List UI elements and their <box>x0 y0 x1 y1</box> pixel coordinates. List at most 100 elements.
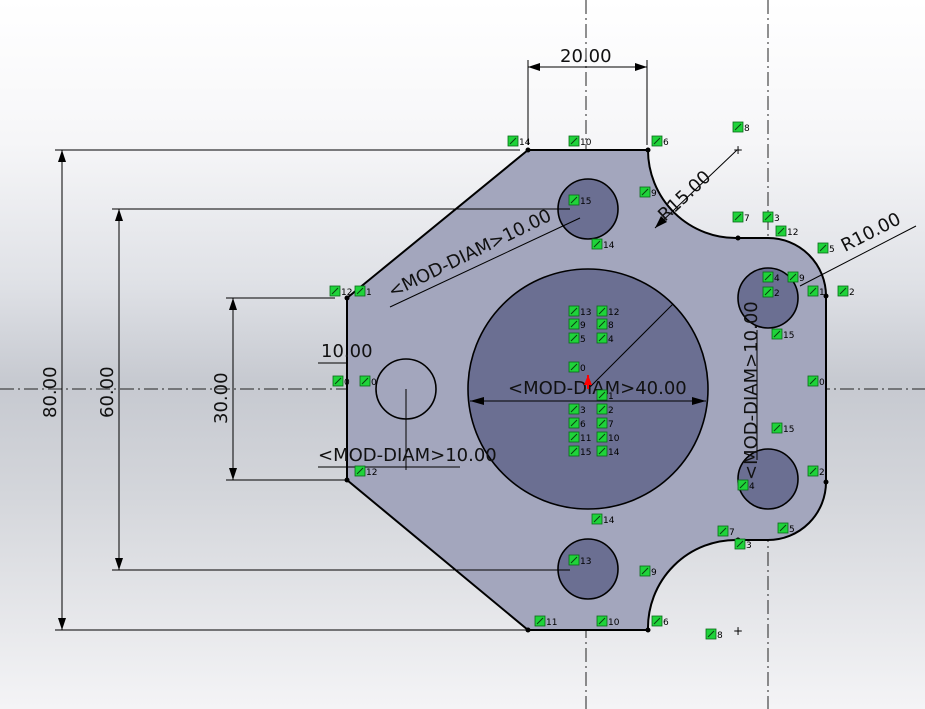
relation-tag-t7[interactable]: 14 <box>591 238 615 251</box>
arc-center-mark-lower: + <box>733 624 743 638</box>
relation-tag-t27[interactable]: 0 <box>568 361 586 374</box>
relation-tag-t41[interactable]: 12 <box>354 465 377 478</box>
relation-tag-t14[interactable]: 4 <box>762 271 780 284</box>
relation-tag-number: 14 <box>608 448 620 458</box>
relation-tag-number: 9 <box>580 321 586 331</box>
relation-tag-number: 10 <box>608 434 620 444</box>
relation-tag-t5[interactable]: 9 <box>639 186 657 199</box>
relation-tag-number: 4 <box>774 274 780 284</box>
relation-tag-t8[interactable]: 7 <box>732 211 750 224</box>
relation-tag-t46[interactable]: 13 <box>568 554 591 567</box>
relation-tag-t22[interactable]: 9 <box>568 318 586 331</box>
relation-tag-number: 2 <box>819 468 825 478</box>
relation-tag-number: 11 <box>546 618 557 628</box>
relation-tag-t26[interactable]: 0 <box>359 375 377 388</box>
relation-tag-number: 0 <box>819 378 825 388</box>
relation-tag-t47[interactable]: 9 <box>639 565 657 578</box>
dim-radius-large-label: R15.00 <box>654 167 715 226</box>
relation-tag-t23[interactable]: 8 <box>596 318 614 331</box>
relation-tag-t28[interactable]: 3 <box>568 403 586 416</box>
relation-tag-t9[interactable]: 3 <box>762 211 780 224</box>
relation-tag-number: 9 <box>651 189 657 199</box>
relation-tag-t2[interactable]: 10 <box>568 135 592 148</box>
dim-diam-left-label[interactable]: <MOD-DIAM>10.00 <box>318 445 497 466</box>
relation-tag-number: 14 <box>603 241 615 251</box>
relation-tag-number: 6 <box>663 138 669 148</box>
relation-tag-number: 7 <box>729 528 735 538</box>
arc-center-mark-upper: + <box>733 143 743 157</box>
relation-tag-number: 0 <box>580 364 586 374</box>
relation-tag-number: 12 <box>341 288 352 298</box>
relation-tag-number: 13 <box>580 308 591 318</box>
bottom-hole[interactable] <box>557 538 619 600</box>
relation-tag-number: 2 <box>774 289 780 299</box>
relation-tag-number: 5 <box>789 525 795 535</box>
relation-tag-number: 10 <box>608 618 620 628</box>
sketch-canvas[interactable]: 20.00 80.00 60.00 30.00 10.00 <MOD-DIAM> <box>0 0 925 709</box>
relation-tag-t30[interactable]: 6 <box>568 417 586 430</box>
relation-tag-number: 15 <box>783 425 794 435</box>
relation-tag-t15[interactable]: 9 <box>787 271 805 284</box>
relation-tag-t12[interactable]: 12 <box>329 285 352 298</box>
relation-tag-number: 12 <box>787 228 798 238</box>
relation-tag-number: 13 <box>580 557 591 567</box>
relation-tag-t13[interactable]: 1 <box>354 285 372 298</box>
relation-tag-t52[interactable]: 1 <box>596 389 614 402</box>
relation-tag-t19[interactable]: 15 <box>771 328 794 341</box>
relation-tag-t38[interactable]: 15 <box>771 422 794 435</box>
relation-tag-t36[interactable]: 0 <box>807 375 825 388</box>
relation-tag-number: 9 <box>651 568 657 578</box>
relation-tag-number: 6 <box>663 618 669 628</box>
relation-tag-t11[interactable]: 5 <box>817 242 835 255</box>
relation-tag-t49[interactable]: 10 <box>596 615 620 628</box>
relation-tag-t51[interactable]: 8 <box>705 628 723 641</box>
relation-tag-t34[interactable]: 15 <box>568 445 591 458</box>
sketch-drawing[interactable]: 20.00 80.00 60.00 30.00 10.00 <MOD-DIAM> <box>0 0 925 709</box>
relation-tag-number: 15 <box>580 448 591 458</box>
relation-tag-t42[interactable]: 14 <box>591 513 615 526</box>
dim-height-inner-label: 30.00 <box>211 372 232 424</box>
relation-tag-t33[interactable]: 10 <box>596 431 620 444</box>
relation-tag-number: 12 <box>366 468 377 478</box>
relation-tag-t43[interactable]: 7 <box>717 525 735 538</box>
relation-tag-t18[interactable]: 2 <box>762 286 780 299</box>
relation-tag-t32[interactable]: 11 <box>568 431 591 444</box>
dim-diam-right[interactable]: <MOD-DIAM>10.00 <box>741 301 762 480</box>
relation-tag-number: 5 <box>829 245 835 255</box>
relation-tag-number: 2 <box>849 288 855 298</box>
relation-tag-t37[interactable]: 0 <box>332 375 350 388</box>
relation-tag-t21[interactable]: 12 <box>596 305 619 318</box>
relation-tag-t20[interactable]: 13 <box>568 305 591 318</box>
relation-tag-number: 1 <box>366 288 372 298</box>
relation-tag-t16[interactable]: 2 <box>837 285 855 298</box>
relation-tag-t17[interactable]: 1 <box>807 285 825 298</box>
relation-tag-number: 3 <box>580 406 586 416</box>
relation-tag-t3[interactable]: 6 <box>651 135 669 148</box>
relation-tag-t6[interactable]: 15 <box>568 194 591 207</box>
relation-tag-number: 15 <box>580 197 591 207</box>
relation-tag-t1[interactable]: 14 <box>507 135 531 148</box>
relation-tag-number: 2 <box>608 406 614 416</box>
dim-radius-large[interactable]: R15.00 + <box>654 143 743 229</box>
dim-height-mid-label: 60.00 <box>97 366 118 418</box>
relation-tag-t29[interactable]: 2 <box>596 403 614 416</box>
relation-tag-t40[interactable]: 4 <box>737 479 755 492</box>
dim-width-top[interactable]: 20.00 <box>527 46 648 145</box>
relation-tag-number: 3 <box>774 214 780 224</box>
relation-tag-t45[interactable]: 3 <box>734 538 752 551</box>
relation-tag-t10[interactable]: 12 <box>775 225 798 238</box>
dim-diam-right-label: <MOD-DIAM>10.00 <box>741 301 762 480</box>
relation-tag-t48[interactable]: 11 <box>534 615 557 628</box>
relation-tag-t24[interactable]: 5 <box>568 332 586 345</box>
relation-tag-t31[interactable]: 7 <box>596 417 614 430</box>
relation-tag-t35[interactable]: 14 <box>596 445 620 458</box>
relation-tag-t44[interactable]: 5 <box>777 522 795 535</box>
relation-tag-t25[interactable]: 4 <box>596 332 614 345</box>
relation-tag-number: 10 <box>580 138 592 148</box>
relation-tag-number: 8 <box>608 321 614 331</box>
relation-tag-t50[interactable]: 6 <box>651 615 669 628</box>
relation-tag-t39[interactable]: 2 <box>807 465 825 478</box>
relation-tag-number: 14 <box>603 516 615 526</box>
relation-tag-t4[interactable]: 8 <box>732 121 750 134</box>
relation-tag-number: 7 <box>608 420 614 430</box>
